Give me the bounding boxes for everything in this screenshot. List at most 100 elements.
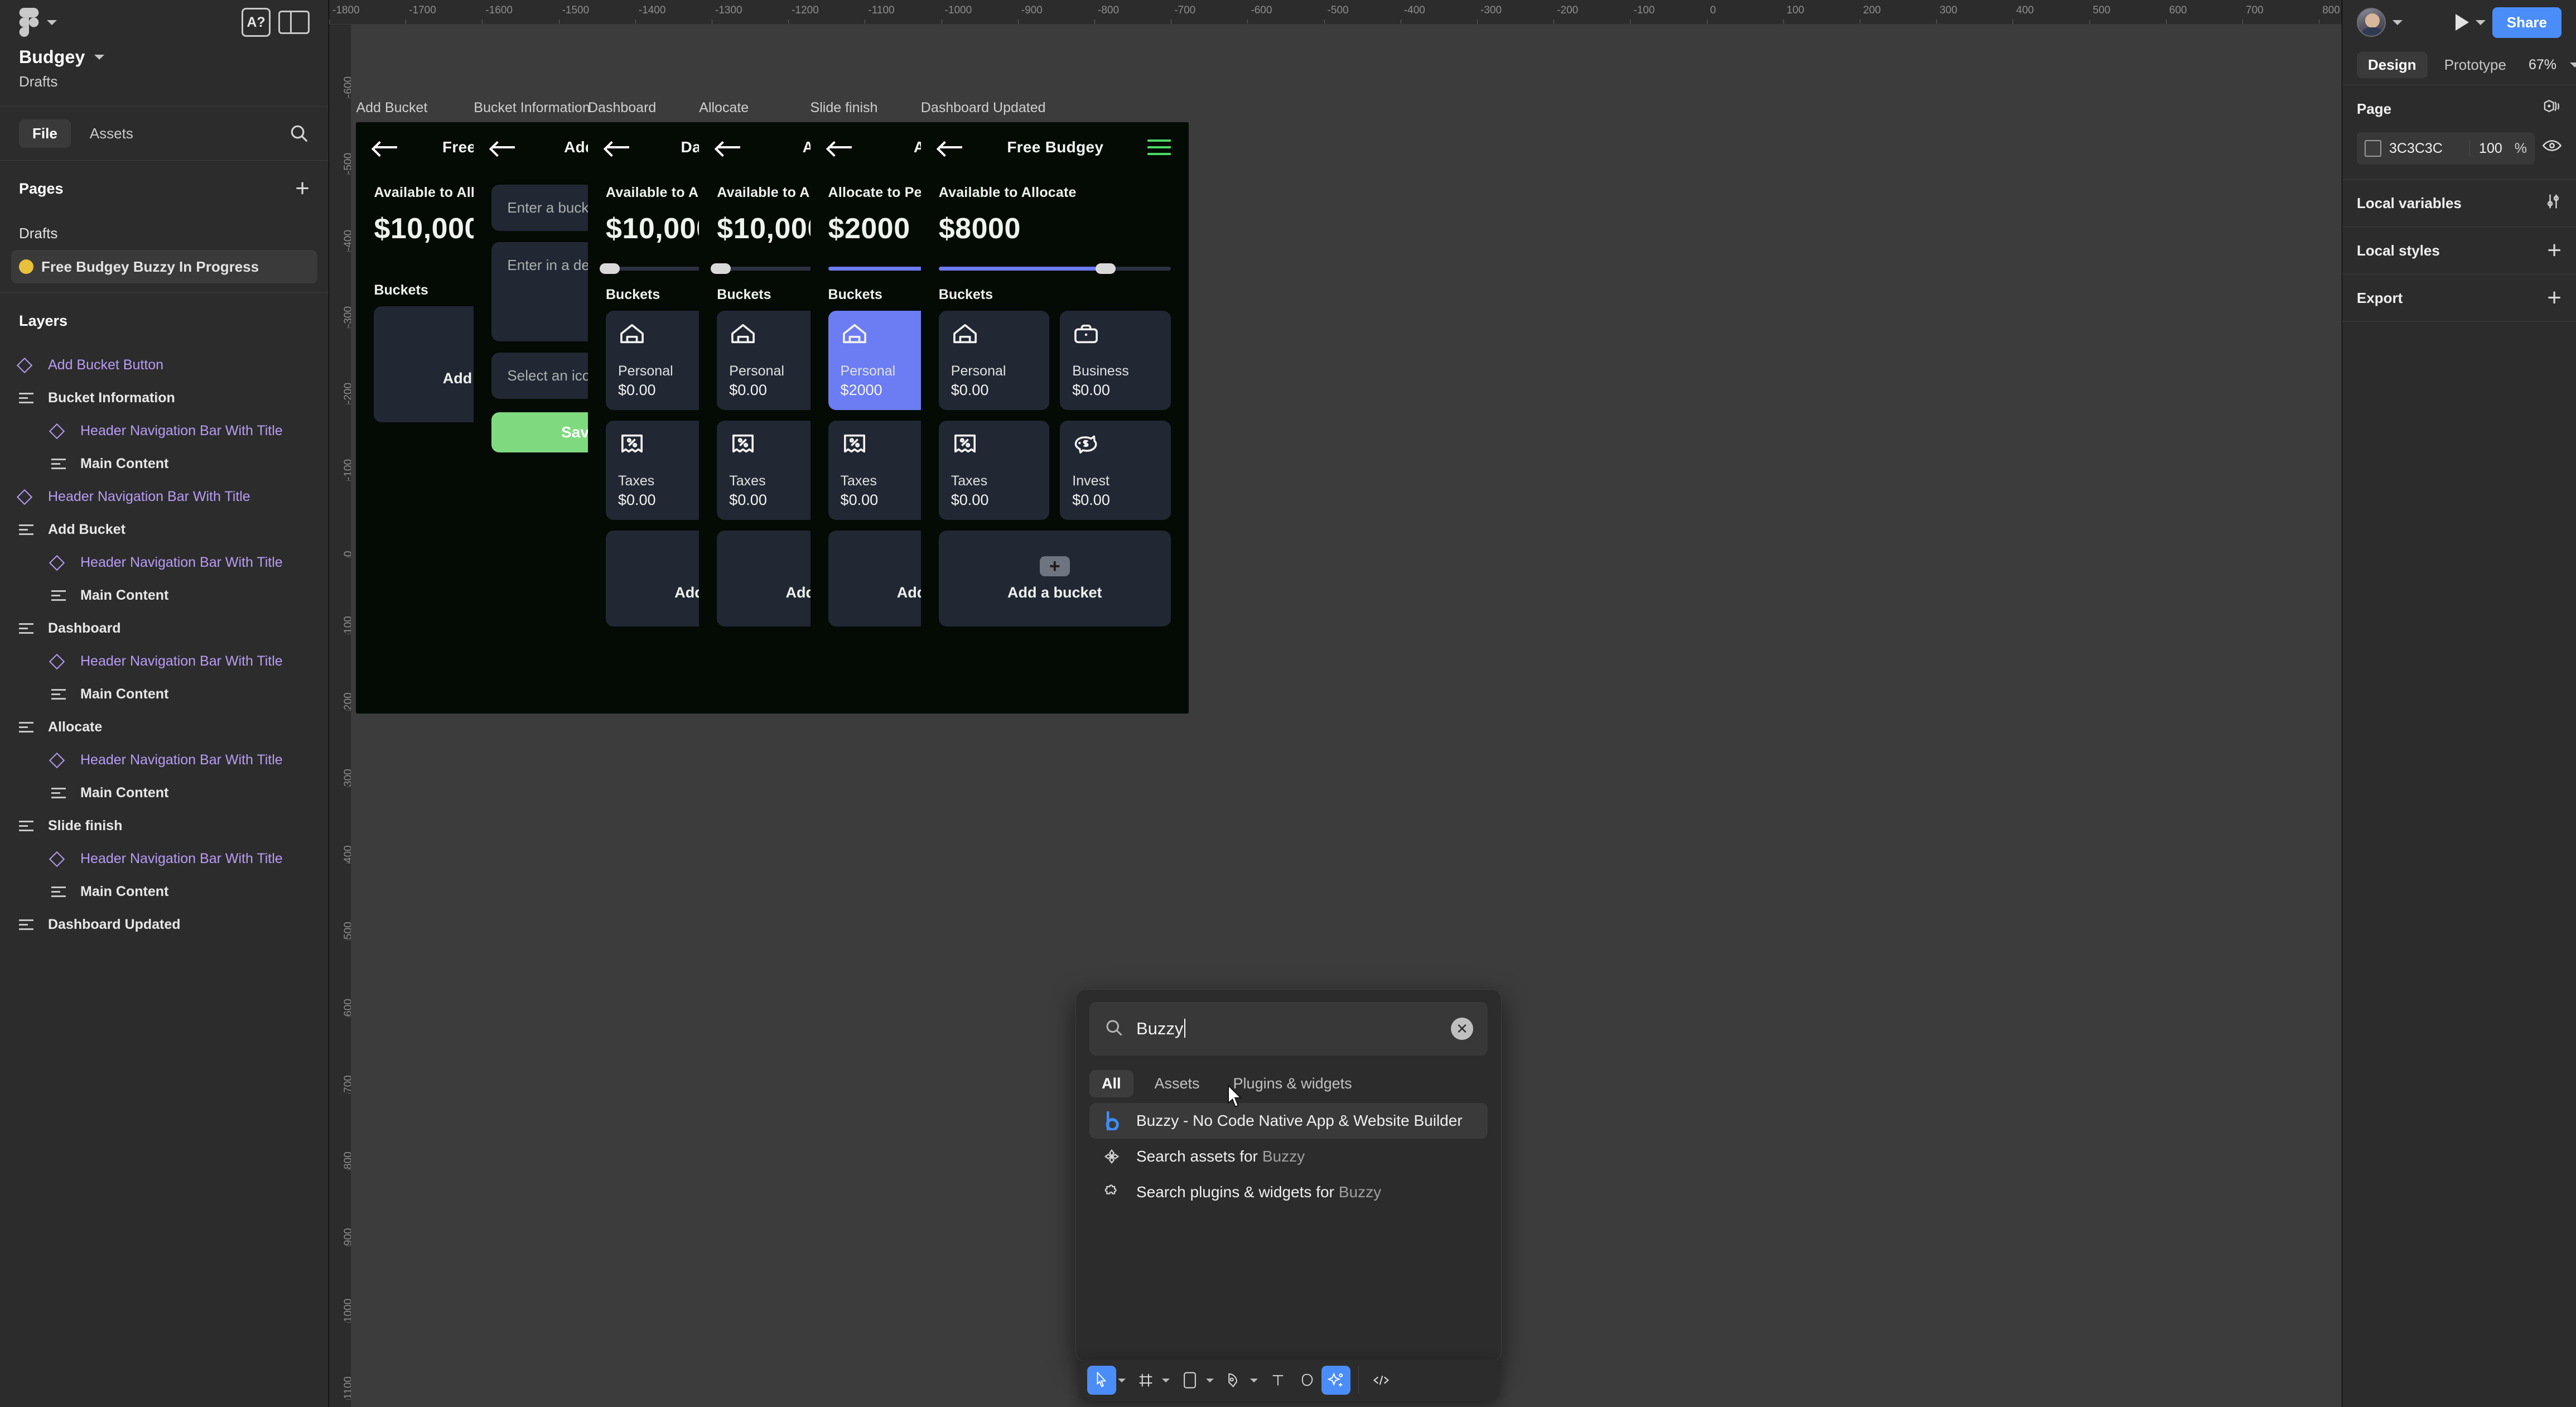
layer-row[interactable]: Header Navigation Bar With Title xyxy=(0,744,329,777)
font-help-icon[interactable]: A? xyxy=(242,8,271,37)
bucket-card-taxes[interactable]: Taxes$0.00 xyxy=(939,421,1050,520)
search-input[interactable]: Buzzy xyxy=(1136,1019,1439,1039)
page-section-title: Page xyxy=(2357,100,2391,118)
back-arrow-icon[interactable] xyxy=(828,139,853,156)
layer-row[interactable]: Allocate xyxy=(0,711,329,744)
layer-row[interactable]: Add Bucket xyxy=(0,513,329,546)
back-arrow-icon[interactable] xyxy=(374,139,398,156)
search-tab-all[interactable]: All xyxy=(1089,1070,1133,1097)
layer-label: Dashboard Updated xyxy=(48,917,181,933)
layer-row[interactable]: Dashboard Updated xyxy=(0,908,329,941)
tab-file[interactable]: File xyxy=(19,119,71,148)
layer-row[interactable]: Slide finish xyxy=(0,809,329,842)
file-menu-chevron-down-icon[interactable] xyxy=(94,55,104,60)
back-arrow-icon[interactable] xyxy=(606,139,630,156)
clear-search-icon[interactable]: ✕ xyxy=(1451,1018,1473,1040)
color-swatch[interactable] xyxy=(2365,140,2381,157)
bucket-amount: $0.00 xyxy=(729,492,816,509)
add-local-style-button[interactable]: + xyxy=(2547,238,2561,263)
present-options-chevron-down-icon[interactable] xyxy=(2476,20,2486,25)
figma-logo-icon[interactable] xyxy=(19,8,39,37)
layer-row[interactable]: Main Content xyxy=(0,447,329,480)
bucket-card-invest[interactable]: Invest$0.00 xyxy=(1060,421,1171,520)
add-page-button[interactable]: + xyxy=(295,176,310,201)
search-result-label: Buzzy - No Code Native App & Website Bui… xyxy=(1136,1112,1463,1130)
shape-tool-chevron-down-icon[interactable] xyxy=(1206,1379,1214,1382)
layer-row[interactable]: Main Content xyxy=(0,678,329,711)
search-input-row[interactable]: Buzzy ✕ xyxy=(1089,1002,1488,1056)
search-tab-plugins-widgets[interactable]: Plugins & widgets xyxy=(1221,1070,1364,1097)
bucket-card-business[interactable]: Business$0.00 xyxy=(1060,311,1171,410)
text-tool-button[interactable] xyxy=(1263,1366,1292,1395)
available-amount: $10,000 xyxy=(717,212,823,245)
collaborators-chevron-down-icon[interactable] xyxy=(2392,20,2403,25)
add-export-button[interactable]: + xyxy=(2547,286,2561,310)
avatar[interactable] xyxy=(2357,8,2386,37)
page-fill-opacity[interactable]: 100 xyxy=(2469,141,2502,157)
page-item-drafts[interactable]: Drafts xyxy=(0,216,329,250)
tab-assets[interactable]: Assets xyxy=(76,119,147,148)
back-arrow-icon[interactable] xyxy=(939,139,963,156)
search-result-search-plugins[interactable]: Search plugins & widgets for Buzzy xyxy=(1089,1174,1488,1210)
toggle-visibility-eye-icon[interactable] xyxy=(2543,139,2561,158)
move-tool-button[interactable] xyxy=(1087,1366,1116,1395)
pen-tool-button[interactable] xyxy=(1219,1366,1248,1395)
page-item-free-budgey-buzzy-in-progress[interactable]: Free Budgey Buzzy In Progress xyxy=(11,250,317,283)
layer-row[interactable]: Bucket Information xyxy=(0,382,329,415)
left-sidebar: A? Budgey Drafts File Assets Pages xyxy=(0,0,329,1407)
dev-mode-button[interactable] xyxy=(1367,1366,1396,1395)
slider-knob[interactable] xyxy=(711,263,731,274)
library-icon[interactable] xyxy=(2543,99,2561,119)
layer-row[interactable]: Main Content xyxy=(0,579,329,612)
back-arrow-icon[interactable] xyxy=(717,139,741,156)
layer-label: Dashboard xyxy=(48,620,121,637)
horizontal-ruler: -1800-1700-1600-1500-1400-1300-1200-1100… xyxy=(329,0,2342,25)
hamburger-menu-icon[interactable] xyxy=(1147,139,1171,155)
layer-row[interactable]: Main Content xyxy=(0,875,329,908)
bucket-amount: $0.00 xyxy=(1072,492,1159,509)
icon-select-label: Select an icon xyxy=(507,367,598,384)
artboard-dashboard-updated[interactable]: Dashboard UpdatedFree BudgeyAvailable to… xyxy=(921,100,1189,714)
back-arrow-icon[interactable] xyxy=(491,139,516,156)
page-fill-hex[interactable]: 3C3C3C xyxy=(2389,141,2462,157)
page-fill-row: 3C3C3C 100 % xyxy=(2357,132,2561,179)
layer-row[interactable]: Dashboard xyxy=(0,612,329,645)
layer-row[interactable]: Header Navigation Bar With Title xyxy=(0,415,329,447)
search-result-search-assets[interactable]: Search assets for Buzzy xyxy=(1089,1139,1488,1174)
zoom-chevron-down-icon[interactable] xyxy=(2570,62,2576,68)
home-icon xyxy=(951,322,979,345)
layer-row[interactable]: Header Navigation Bar With Title xyxy=(0,546,329,579)
add-bucket-label: Add a bucket xyxy=(1007,584,1102,601)
toggle-left-panel-icon[interactable] xyxy=(278,11,310,34)
present-play-icon[interactable] xyxy=(2456,14,2469,31)
slider-knob[interactable] xyxy=(600,263,620,274)
layer-row[interactable]: Main Content xyxy=(0,777,329,809)
allocation-slider[interactable] xyxy=(939,264,1171,272)
comment-tool-button[interactable] xyxy=(1292,1366,1321,1395)
layer-row[interactable]: Header Navigation Bar With Title xyxy=(0,842,329,875)
add-bucket-card[interactable]: Add a bucket xyxy=(939,531,1171,627)
pen-tool-chevron-down-icon[interactable] xyxy=(1250,1379,1258,1382)
search-tab-assets[interactable]: Assets xyxy=(1142,1070,1212,1097)
tab-prototype[interactable]: Prototype xyxy=(2433,52,2517,78)
search-result-buzzy-plugin[interactable]: Buzzy - No Code Native App & Website Bui… xyxy=(1089,1103,1488,1139)
layer-row[interactable]: Add Bucket Button xyxy=(0,349,329,382)
slider-knob[interactable] xyxy=(1096,263,1116,274)
artboard-label[interactable]: Dashboard Updated xyxy=(921,100,1189,116)
frame-tool-chevron-down-icon[interactable] xyxy=(1162,1379,1170,1382)
briefcase-icon xyxy=(1072,322,1100,345)
layer-row[interactable]: Header Navigation Bar With Title xyxy=(0,645,329,678)
move-tool-chevron-down-icon[interactable] xyxy=(1118,1379,1126,1382)
search-icon[interactable] xyxy=(288,123,310,144)
frame-tool-button[interactable] xyxy=(1131,1366,1160,1395)
shape-tool-button[interactable] xyxy=(1175,1366,1204,1395)
variables-sliders-icon[interactable] xyxy=(2545,193,2561,214)
layer-row[interactable]: Header Navigation Bar With Title xyxy=(0,480,329,513)
tab-design[interactable]: Design xyxy=(2357,52,2428,78)
bucket-name: Business xyxy=(1072,363,1159,379)
bucket-card-personal[interactable]: Personal$0.00 xyxy=(939,311,1050,410)
page-fill-control[interactable]: 3C3C3C 100 % xyxy=(2357,132,2535,165)
main-menu-chevron-down-icon[interactable] xyxy=(47,20,57,25)
actions-tool-button[interactable] xyxy=(1321,1366,1350,1395)
share-button[interactable]: Share xyxy=(2492,7,2561,38)
